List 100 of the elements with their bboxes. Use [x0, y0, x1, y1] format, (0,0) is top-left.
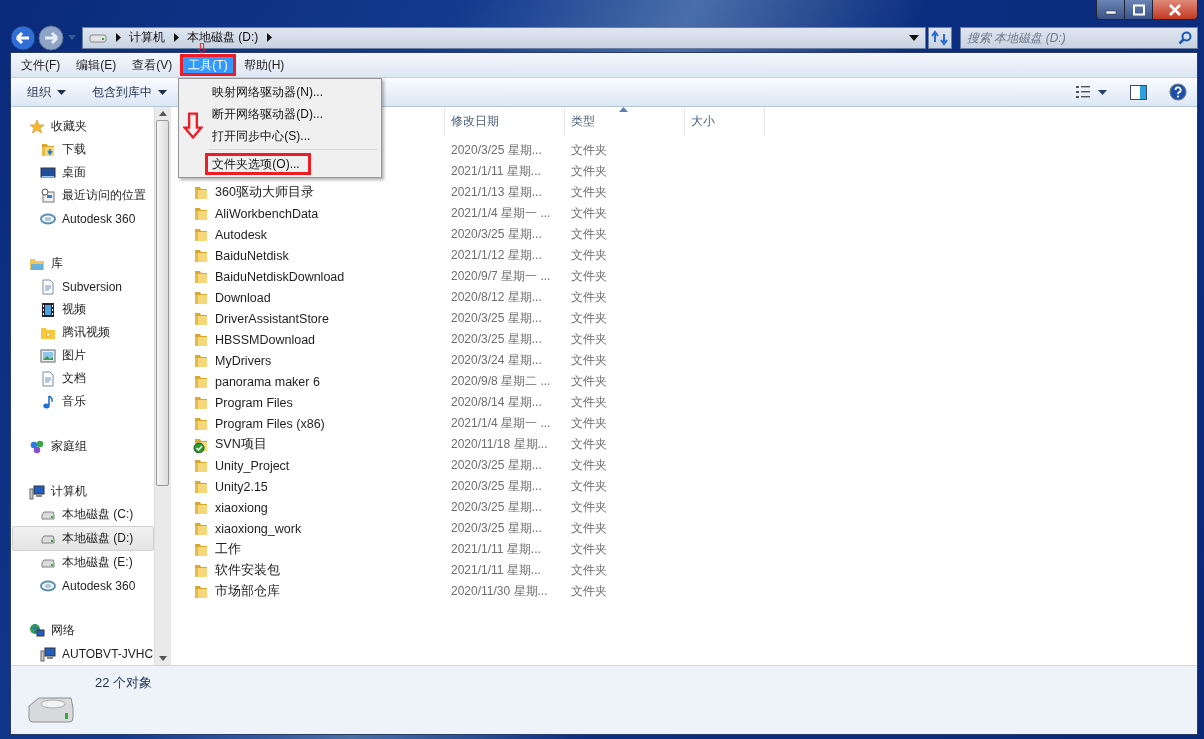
- file-type: 文件夹: [571, 373, 607, 390]
- close-button[interactable]: [1152, 0, 1197, 19]
- nav-item[interactable]: 家庭组: [13, 435, 154, 458]
- nav-item[interactable]: 桌面: [13, 161, 154, 184]
- file-type: 文件夹: [571, 499, 607, 516]
- nav-item[interactable]: 下载: [13, 138, 154, 161]
- recent-places-icon: [40, 187, 56, 204]
- file-name[interactable]: xiaoxiong: [215, 500, 268, 515]
- nav-item[interactable]: 最近访问的位置: [13, 184, 154, 207]
- nav-item[interactable]: 本地磁盘 (E:): [13, 551, 154, 574]
- toolbar-button[interactable]: 包含到库中: [86, 81, 173, 103]
- file-name[interactable]: BaiduNetdiskDownload: [215, 269, 345, 284]
- file-name[interactable]: SVN项目: [215, 436, 267, 453]
- menu-entry-label: 打开同步中心(S)...: [211, 128, 312, 145]
- breadcrumb[interactable]: 本地磁盘 (D:): [187, 29, 259, 47]
- folder-icon: [193, 205, 209, 222]
- file-name[interactable]: Unity_Project: [215, 458, 290, 473]
- date-modified: 2020/3/25 星期...: [451, 310, 542, 327]
- folder-icon: [193, 247, 209, 264]
- nav-item[interactable]: 视频: [13, 298, 154, 321]
- nav-item[interactable]: 本地磁盘 (C:): [13, 503, 154, 526]
- nav-item[interactable]: Autodesk 360: [13, 207, 154, 230]
- date-modified: 2021/1/11 星期...: [451, 562, 541, 579]
- help-icon[interactable]: [1169, 83, 1187, 101]
- file-name[interactable]: 市场部仓库: [215, 583, 280, 600]
- nav-item[interactable]: 网络: [13, 619, 154, 642]
- maximize-button[interactable]: [1124, 0, 1152, 19]
- nav-item[interactable]: Subversion: [13, 275, 154, 298]
- file-name[interactable]: Autodesk: [215, 227, 268, 242]
- forward-button[interactable]: [38, 24, 64, 51]
- column-header[interactable]: 修改日期: [445, 107, 565, 136]
- menu-item[interactable]: 文件(F): [13, 54, 69, 76]
- folder-icon: [193, 394, 209, 411]
- file-name[interactable]: Program Files: [215, 395, 293, 410]
- file-name[interactable]: panorama maker 6: [215, 374, 320, 389]
- file-name[interactable]: 软件安装包: [215, 562, 280, 579]
- homegroup-icon: [29, 438, 45, 455]
- file-name[interactable]: BaiduNetdisk: [215, 248, 289, 263]
- nav-item[interactable]: 文档: [13, 367, 154, 390]
- breadcrumb[interactable]: 计算机: [129, 29, 165, 47]
- column-header[interactable]: 大小: [685, 107, 765, 136]
- file-type: 文件夹: [571, 562, 607, 579]
- menu-item[interactable]: 编辑(E): [68, 54, 125, 76]
- back-button[interactable]: [10, 24, 36, 51]
- nav-item[interactable]: 图片: [13, 344, 154, 367]
- menu-entry[interactable]: 映射网络驱动器(N)...: [181, 81, 380, 103]
- minimize-button[interactable]: [1097, 0, 1124, 19]
- address-bar[interactable]: 计算机 本地磁盘 (D:): [82, 26, 926, 49]
- nav-item[interactable]: AUTOBVT-JVHC: [13, 642, 154, 665]
- date-modified: 2020/11/30 星期...: [451, 583, 548, 600]
- menu-item[interactable]: 查看(V): [124, 54, 181, 76]
- view-options-icon[interactable]: [1076, 85, 1108, 99]
- folder-icon: [193, 268, 209, 285]
- refresh-button[interactable]: [928, 26, 952, 49]
- nav-item[interactable]: 本地磁盘 (D:): [12, 526, 154, 551]
- computer-icon: [40, 645, 56, 662]
- date-modified: 2020/9/8 星期二 ...: [451, 373, 551, 390]
- scrollbar[interactable]: [154, 107, 170, 665]
- file-name[interactable]: MyDrivers: [215, 353, 272, 368]
- scroll-up-icon[interactable]: [158, 111, 167, 116]
- file-type: 文件夹: [571, 541, 607, 558]
- nav-item[interactable]: 收藏夹: [13, 115, 154, 138]
- file-name[interactable]: 360驱动大师目录: [215, 184, 314, 201]
- nav-item[interactable]: 腾讯视频: [13, 321, 154, 344]
- file-name[interactable]: xiaoxiong_work: [215, 521, 302, 536]
- nav-item[interactable]: 音乐: [13, 390, 154, 413]
- nav-item[interactable]: 计算机: [13, 480, 154, 503]
- search-icon: [1178, 30, 1192, 45]
- folder-icon: [193, 583, 209, 600]
- file-name[interactable]: DriverAssistantStore: [215, 311, 329, 326]
- scroll-down-icon[interactable]: [158, 656, 167, 661]
- date-modified: 2021/1/12 星期...: [451, 247, 542, 264]
- file-name[interactable]: Download: [215, 290, 271, 305]
- file-name[interactable]: 工作: [215, 541, 241, 558]
- file-name[interactable]: Unity2.15: [215, 479, 268, 494]
- toolbar-button[interactable]: 组织: [21, 81, 72, 103]
- folder-icon: [193, 541, 209, 558]
- file-name[interactable]: Program Files (x86): [215, 416, 325, 431]
- file-type: 文件夹: [571, 478, 607, 495]
- menu-entry-label: 映射网络驱动器(N)...: [211, 84, 324, 101]
- file-name[interactable]: AliWorkbenchData: [215, 206, 319, 221]
- folder-icon: [193, 415, 209, 432]
- search-field[interactable]: 搜索 本地磁盘 (D:): [960, 26, 1198, 49]
- nav-item[interactable]: 库: [13, 252, 154, 275]
- column-header[interactable]: 类型: [565, 107, 685, 136]
- folder-icon: [193, 310, 209, 327]
- file-type: 文件夹: [571, 310, 607, 327]
- date-modified: 2020/3/25 星期...: [451, 142, 542, 159]
- file-type: 文件夹: [571, 163, 607, 180]
- menu-entry[interactable]: 打开同步中心(S)...: [181, 125, 380, 147]
- menu-entry[interactable]: 断开网络驱动器(D)...: [181, 103, 380, 125]
- preview-pane-icon[interactable]: [1130, 84, 1147, 100]
- date-modified: 2020/3/25 星期...: [451, 331, 542, 348]
- arrow-icon: [196, 43, 209, 54]
- dropdown-icon: [909, 34, 919, 41]
- nav-item[interactable]: Autodesk 360: [13, 574, 154, 597]
- date-modified: 2021/1/4 星期一 ...: [451, 415, 551, 432]
- maximize-icon: [1131, 3, 1146, 16]
- menu-item[interactable]: 帮助(H): [235, 54, 293, 76]
- file-name[interactable]: HBSSMDownload: [215, 332, 316, 347]
